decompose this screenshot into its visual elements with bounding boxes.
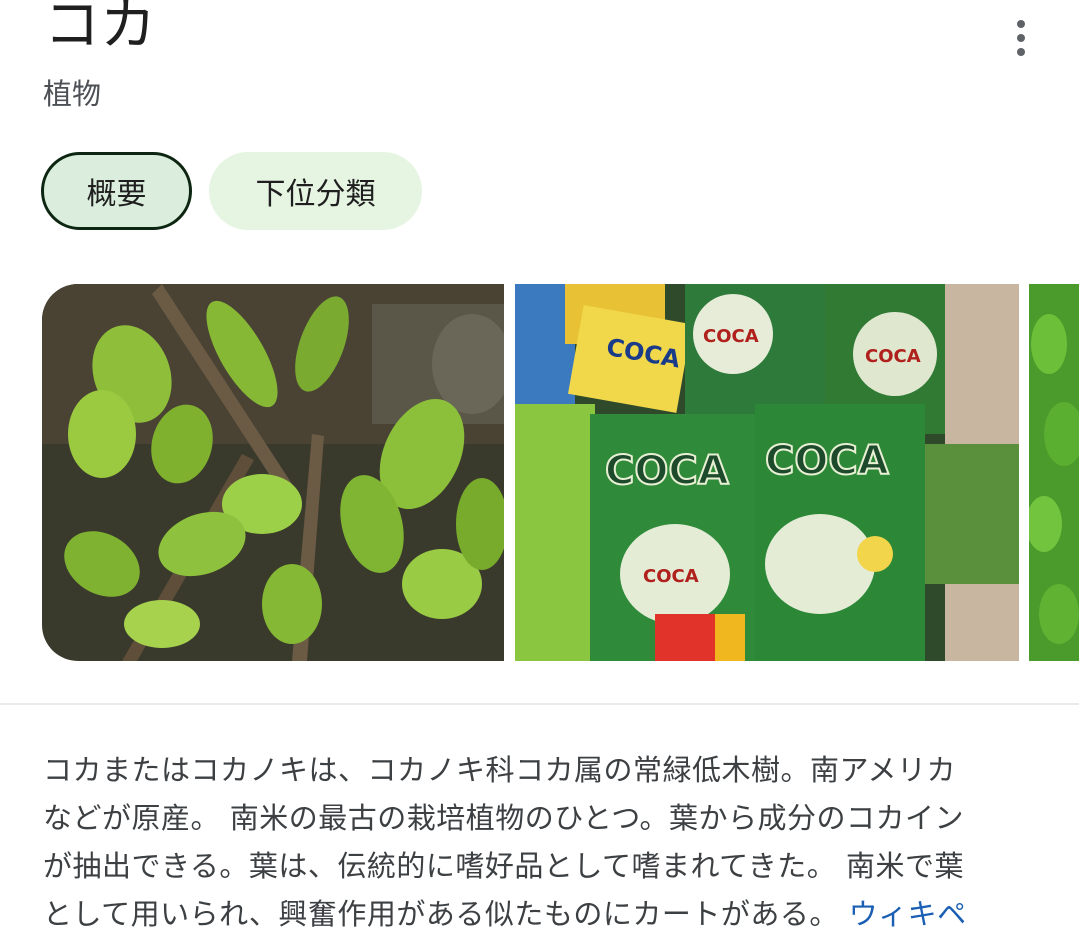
coca-label: COCA bbox=[765, 438, 889, 484]
coca-products-photo: COCA COCA COCA COCA COCA COCA bbox=[515, 284, 1019, 661]
description-line-text: として用いられ、興奮作用がある似たものにカートがある。 bbox=[43, 897, 839, 931]
coca-label: COCA bbox=[605, 448, 729, 494]
coca-label: COCA bbox=[703, 326, 759, 347]
section-divider bbox=[0, 703, 1079, 705]
description-line: コカまたはコカノキは、コカノキ科コカ属の常緑低木樹。南アメリカ bbox=[43, 753, 957, 787]
coca-plant-image[interactable] bbox=[42, 284, 504, 661]
tab-subtaxa[interactable]: 下位分類 bbox=[209, 152, 422, 230]
green-foliage-photo bbox=[1029, 284, 1079, 661]
coca-label: COCA bbox=[643, 566, 699, 587]
description-line: として用いられ、興奮作用がある似たものにカートがある。 ウィキペ bbox=[43, 890, 1033, 938]
coca-label: COCA bbox=[865, 346, 921, 367]
description-line: などが原産。 南米の最古の栽培植物のひとつ。葉から成分のコカイン bbox=[43, 801, 965, 835]
more-options-button[interactable] bbox=[998, 12, 1044, 64]
entity-type-label: 植物 bbox=[43, 77, 102, 111]
tab-overview[interactable]: 概要 bbox=[41, 152, 192, 230]
description-text: コカまたはコカノキは、コカノキ科コカ属の常緑低木樹。南アメリカ などが原産。 南… bbox=[43, 746, 1033, 938]
page-title: コカ bbox=[44, 0, 156, 58]
wikipedia-link[interactable]: ウィキペ bbox=[849, 897, 967, 931]
coca-plant-photo bbox=[42, 284, 504, 661]
description-line: が抽出できる。葉は、伝統的に嗜好品として嗜まれてきた。 南米で葉 bbox=[43, 849, 965, 883]
more-vert-icon bbox=[1017, 20, 1025, 28]
coca-products-image[interactable]: COCA COCA COCA COCA COCA COCA bbox=[515, 284, 1019, 661]
green-foliage-image[interactable] bbox=[1029, 284, 1079, 661]
